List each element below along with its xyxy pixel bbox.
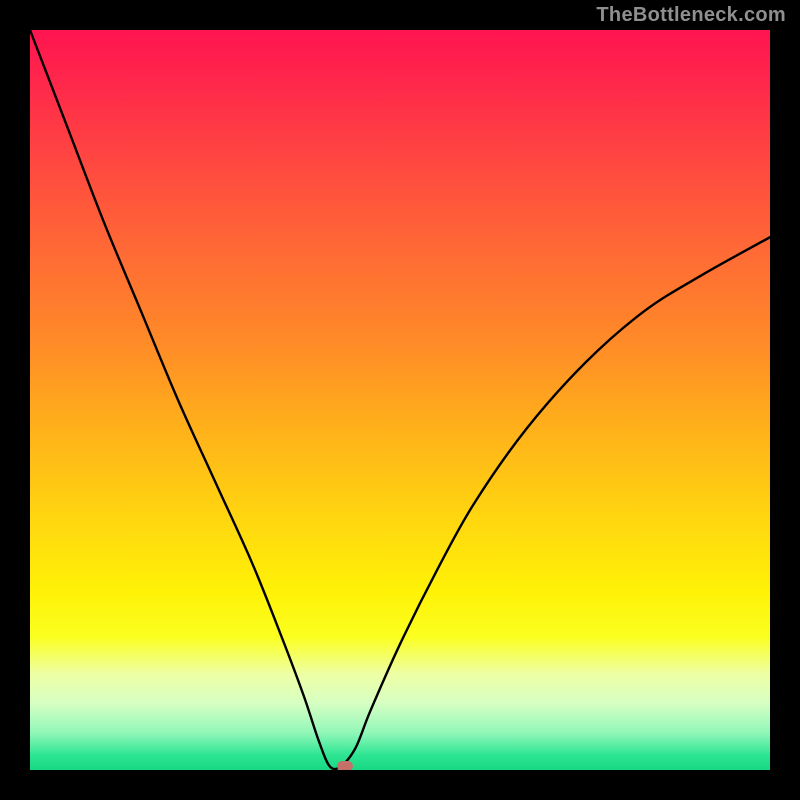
watermark-text: TheBottleneck.com — [596, 4, 786, 27]
plot-area — [30, 30, 770, 770]
operating-point-marker — [337, 761, 353, 770]
bottleneck-curve — [30, 30, 770, 770]
chart-frame: TheBottleneck.com — [0, 0, 800, 800]
